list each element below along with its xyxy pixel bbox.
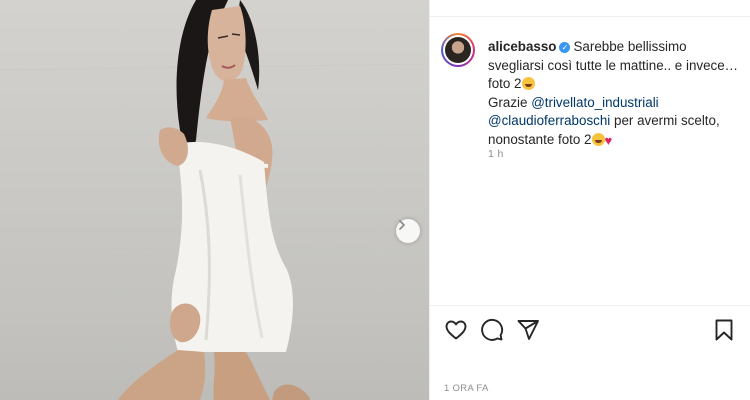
username-link[interactable]: alicebasso: [488, 39, 556, 54]
heart-icon: [445, 320, 467, 340]
bookmark-icon: [715, 319, 733, 341]
next-photo-button[interactable]: [396, 219, 420, 243]
action-bar: [444, 318, 736, 344]
verified-badge-icon: ✓: [559, 42, 571, 53]
post-photo[interactable]: [0, 0, 429, 400]
post-caption: alicebasso ✓ Sarebbe bellissimo svegliarsi…: [488, 38, 743, 151]
avatar-image: [445, 37, 471, 63]
share-icon: [517, 320, 539, 340]
avatar-ring: [443, 35, 473, 65]
caption-timestamp[interactable]: 1 h: [488, 148, 504, 160]
comment-icon: [481, 319, 504, 341]
like-button[interactable]: [444, 318, 468, 342]
red-heart-emoji-icon: ♥: [604, 132, 613, 148]
chevron-right-icon: [399, 220, 405, 230]
mention-link-2[interactable]: @claudioferraboschi: [488, 113, 610, 128]
post-date[interactable]: 1 ORA FA: [444, 383, 489, 394]
actions-divider: [430, 305, 750, 306]
photo-illustration: [0, 0, 429, 400]
post-side-panel: alicebasso ✓ Sarebbe bellissimo svegliarsi…: [429, 0, 750, 400]
laughing-emoji-icon: [591, 132, 605, 146]
header-divider: [430, 16, 750, 17]
comment-button[interactable]: [480, 318, 504, 342]
share-button[interactable]: [516, 318, 540, 342]
avatar[interactable]: [441, 33, 475, 67]
save-button[interactable]: [712, 318, 736, 342]
caption-thanks: Grazie: [488, 94, 528, 110]
mention-link-1[interactable]: @trivellato_industriali: [531, 95, 658, 110]
laughing-emoji-icon: [521, 77, 535, 91]
